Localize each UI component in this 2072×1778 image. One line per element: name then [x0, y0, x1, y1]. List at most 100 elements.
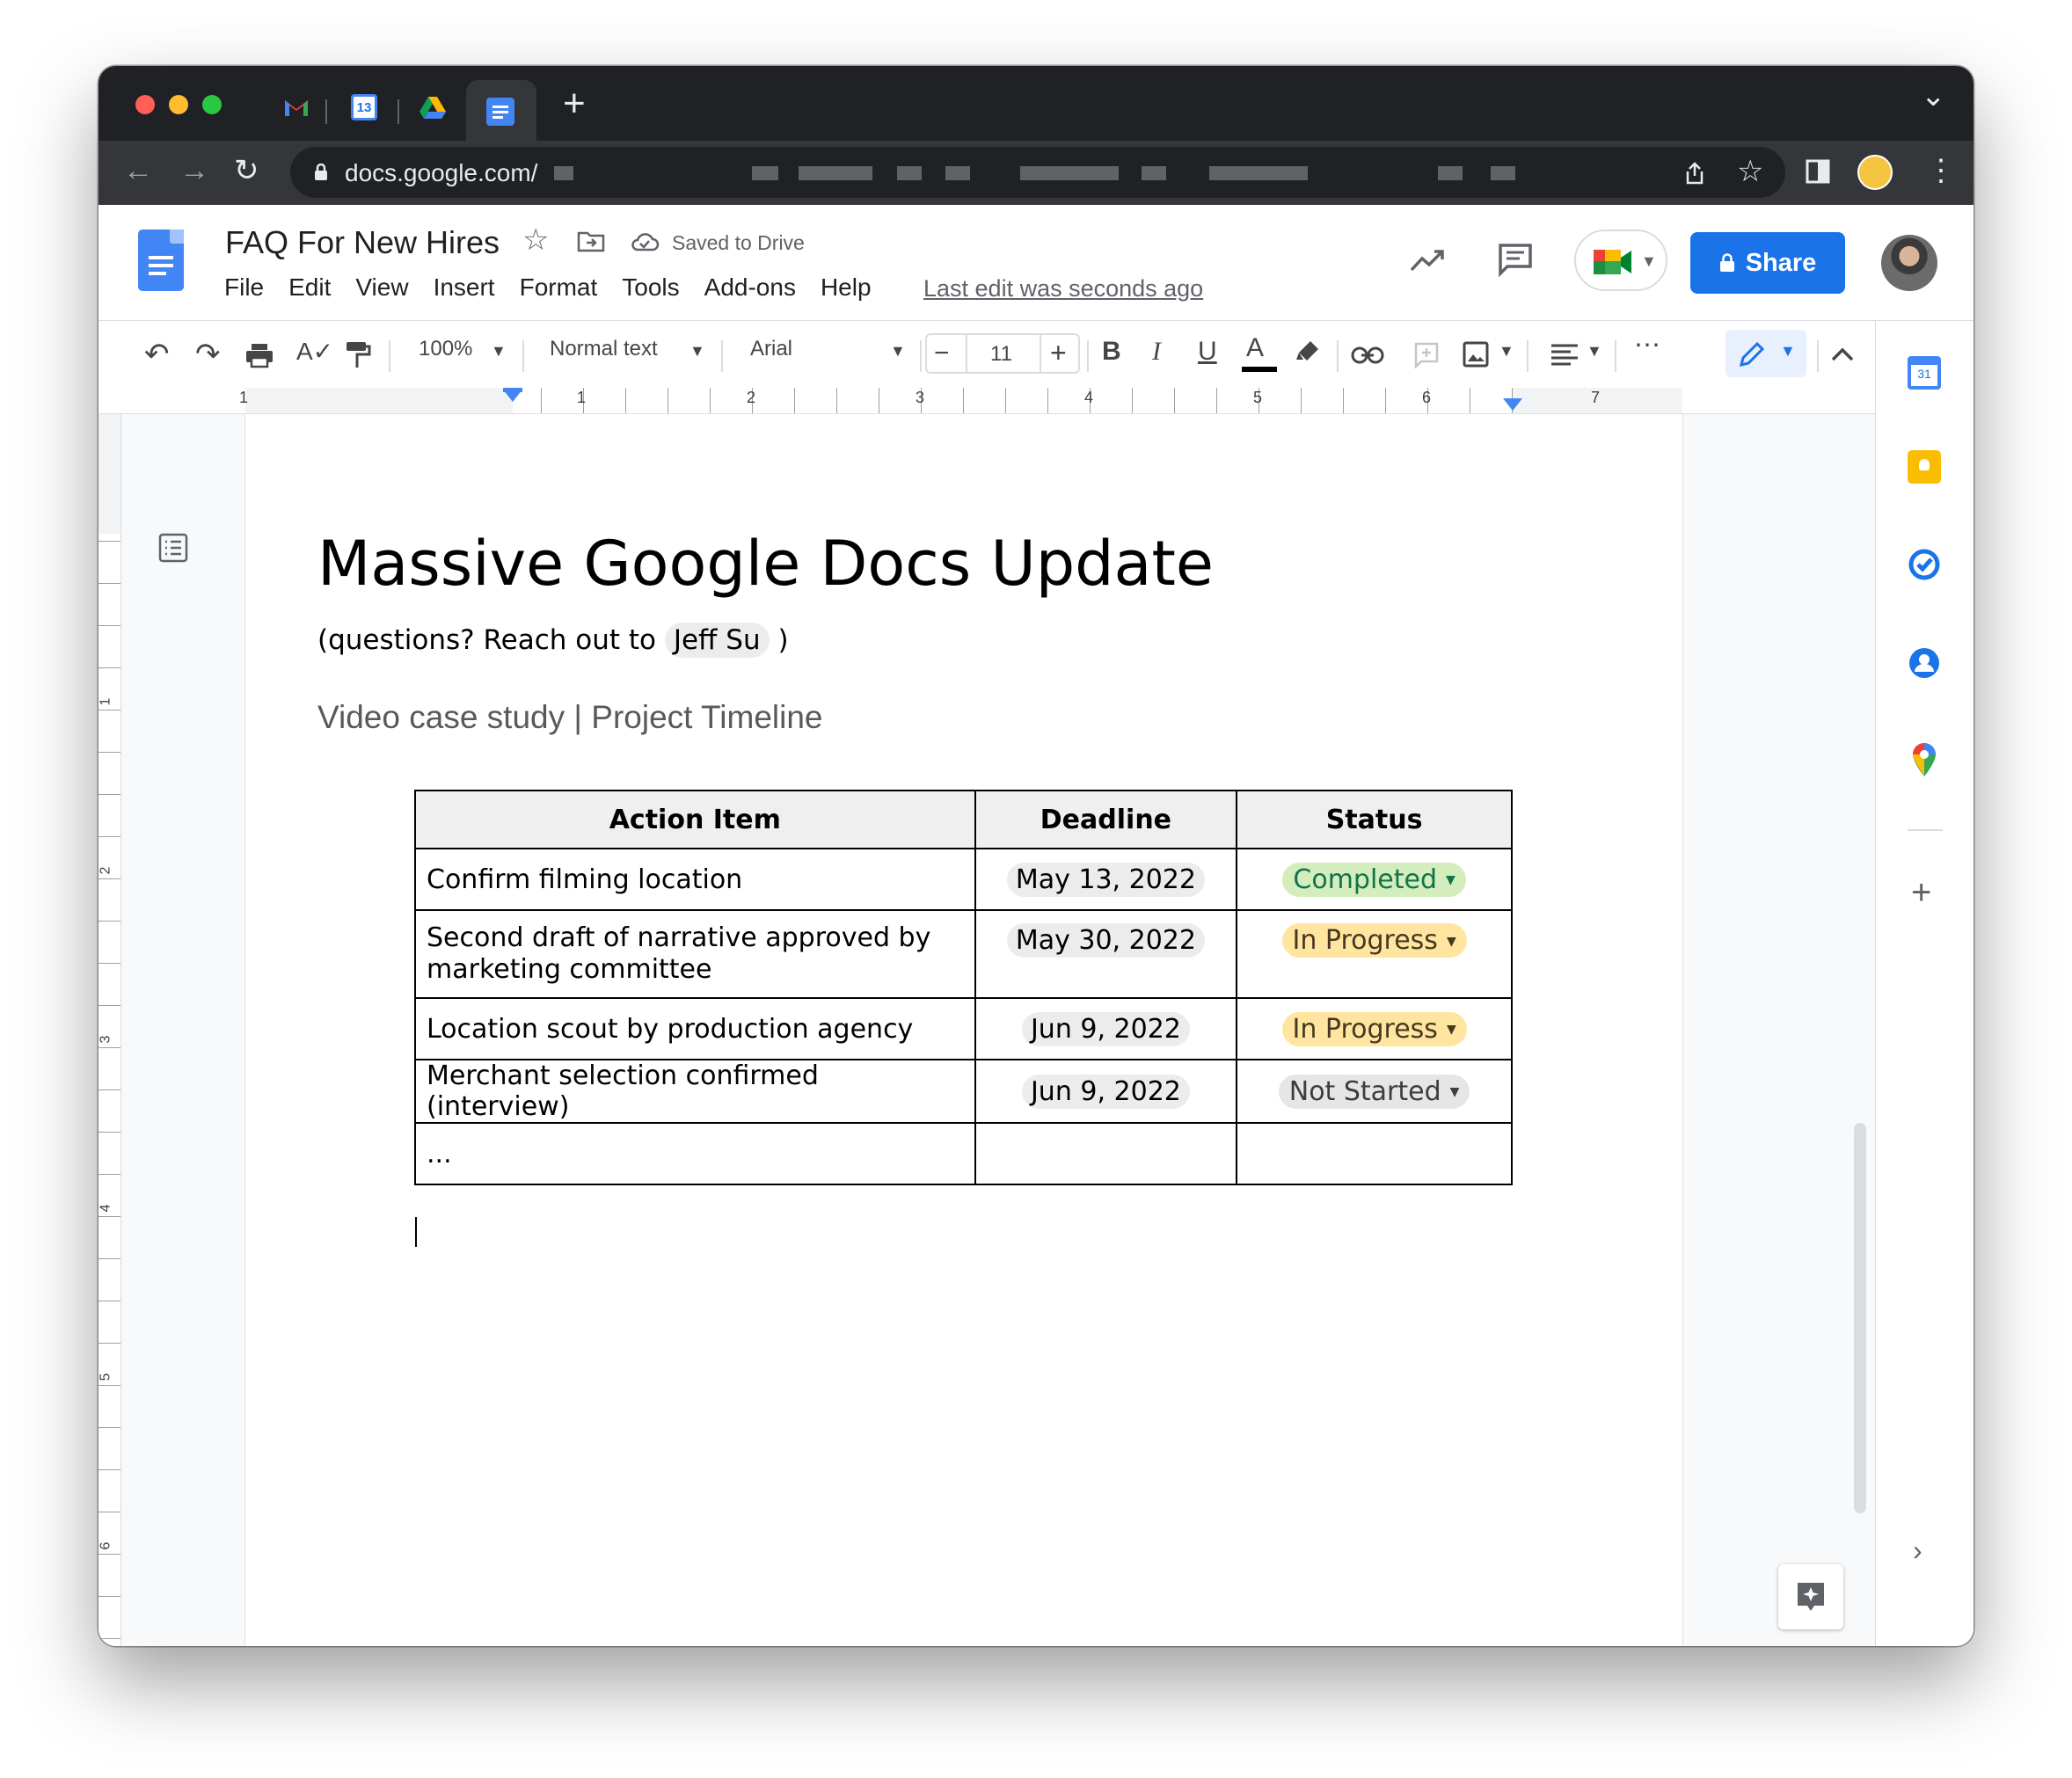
status-dropdown[interactable]: Completed ▼ — [1282, 862, 1466, 897]
share-page-icon[interactable] — [1684, 161, 1705, 186]
calendar-tab-date: 13 — [356, 99, 372, 115]
action-item-cell[interactable]: Confirm filming location — [414, 848, 976, 911]
share-button[interactable]: Share — [1690, 232, 1845, 294]
document-subtitle[interactable]: Video case study | Project Timeline — [317, 699, 823, 736]
deadline-cell[interactable] — [974, 1122, 1238, 1185]
new-tab-button[interactable]: + — [563, 82, 586, 126]
increase-font-size-button[interactable]: + — [1050, 337, 1067, 369]
first-line-indent-marker[interactable] — [503, 388, 522, 392]
tab-docs[interactable] — [466, 80, 536, 143]
menu-edit[interactable]: Edit — [288, 273, 331, 302]
menu-format[interactable]: Format — [520, 273, 598, 302]
undo-icon[interactable]: ↶ — [144, 337, 170, 372]
comment-history-icon[interactable] — [1497, 242, 1534, 277]
person-chip[interactable]: Jeff Su — [664, 623, 770, 658]
italic-button[interactable]: I — [1152, 337, 1161, 367]
date-chip[interactable]: Jun 9, 2022 — [1021, 1074, 1190, 1109]
calendar-addon-icon[interactable]: 31 — [1908, 356, 1941, 390]
profile-avatar[interactable] — [1857, 155, 1893, 190]
bold-button[interactable]: B — [1102, 337, 1121, 367]
chevron-right-icon[interactable]: › — [1913, 1534, 1922, 1567]
status-cell[interactable] — [1236, 1122, 1513, 1185]
meet-button[interactable]: ▼ — [1574, 230, 1667, 291]
explore-button[interactable] — [1778, 1564, 1843, 1629]
font-size-input[interactable]: 11 — [990, 342, 1012, 367]
chevron-down-icon: ▼ — [1499, 342, 1514, 360]
tab-calendar[interactable]: 13 — [349, 92, 379, 122]
spellcheck-icon[interactable]: A✓ — [296, 337, 333, 366]
more-options-button[interactable]: ⋯ — [1634, 330, 1660, 361]
align-left-icon[interactable] — [1550, 342, 1580, 367]
move-folder-icon[interactable] — [577, 230, 605, 252]
last-edit-link[interactable]: Last edit was seconds ago — [923, 275, 1203, 302]
tab-gmail[interactable] — [281, 92, 311, 122]
add-comment-icon[interactable] — [1412, 340, 1441, 368]
status-dropdown[interactable]: In Progress ▼ — [1281, 923, 1467, 958]
action-item-cell[interactable]: Location scout by production agency — [414, 997, 976, 1060]
column-header-action-item: Action Item — [414, 790, 976, 849]
paint-format-icon[interactable] — [345, 340, 371, 370]
reload-button[interactable]: ↻ — [234, 156, 259, 186]
maximize-window-button[interactable] — [202, 95, 222, 114]
table-row: ... — [414, 1122, 1513, 1185]
calendar-addon-date: 31 — [1917, 367, 1931, 381]
tasks-icon[interactable] — [1908, 548, 1941, 581]
insert-link-icon[interactable] — [1351, 346, 1384, 365]
minimize-window-button[interactable] — [169, 95, 188, 114]
chevron-up-icon[interactable] — [1829, 346, 1856, 363]
ruler-number: 5 — [1253, 389, 1263, 406]
outline-icon[interactable] — [157, 532, 189, 564]
side-panel-icon[interactable] — [1805, 158, 1831, 185]
tab-list-button[interactable]: ⌄ — [1921, 78, 1946, 113]
project-timeline-table[interactable]: Action Item Deadline Status Confirm film… — [414, 790, 1513, 1185]
menu-insert[interactable]: Insert — [434, 273, 495, 302]
tab-drive[interactable] — [418, 92, 448, 122]
print-icon[interactable] — [244, 342, 274, 368]
forward-button[interactable]: → — [179, 156, 209, 186]
vertical-scrollbar[interactable] — [1854, 1123, 1866, 1513]
menu-view[interactable]: View — [355, 273, 408, 302]
keep-icon[interactable] — [1908, 450, 1941, 484]
back-button[interactable]: ← — [123, 156, 153, 186]
paragraph-style-select[interactable]: Normal text — [550, 337, 658, 361]
date-chip[interactable]: Jun 9, 2022 — [1021, 1011, 1190, 1046]
date-chip[interactable]: May 30, 2022 — [1006, 923, 1205, 958]
status-dropdown[interactable]: Not Started ▼ — [1278, 1074, 1470, 1109]
star-icon[interactable]: ☆ — [522, 222, 549, 258]
ruler-number: 1 — [98, 697, 113, 706]
contacts-icon[interactable] — [1908, 646, 1941, 680]
text-color-button[interactable]: A — [1246, 333, 1264, 363]
underline-button[interactable]: U — [1198, 337, 1217, 367]
menu-help[interactable]: Help — [821, 273, 872, 302]
add-addon-button[interactable]: + — [1911, 875, 1931, 910]
document-title[interactable]: FAQ For New Hires — [225, 224, 500, 261]
decrease-font-size-button[interactable]: − — [934, 339, 950, 368]
action-item-cell[interactable]: ... — [414, 1122, 976, 1185]
menu-tools[interactable]: Tools — [622, 273, 679, 302]
redacted-url — [554, 166, 573, 180]
font-family-select[interactable]: Arial — [750, 337, 792, 361]
zoom-select[interactable]: 100% — [419, 337, 472, 361]
document-heading[interactable]: Massive Google Docs Update — [317, 528, 1214, 600]
omnibox[interactable]: docs.google.com/ ☆ — [290, 147, 1785, 198]
editing-mode-button[interactable]: ▼ — [1725, 330, 1806, 377]
bookmark-star-icon[interactable]: ☆ — [1737, 154, 1763, 189]
insert-image-icon[interactable] — [1462, 340, 1490, 368]
action-item-cell[interactable]: Second draft of narrative approved by ma… — [414, 909, 976, 999]
right-indent-marker[interactable] — [1503, 398, 1522, 411]
redo-icon[interactable]: ↷ — [195, 337, 221, 372]
highlight-color-icon[interactable] — [1295, 339, 1321, 367]
action-item-cell[interactable]: Merchant selection confirmed (interview) — [414, 1059, 976, 1124]
date-chip[interactable]: May 13, 2022 — [1006, 862, 1205, 897]
account-avatar[interactable] — [1881, 235, 1937, 291]
status-dropdown[interactable]: In Progress ▼ — [1281, 1011, 1467, 1046]
contact-line[interactable]: (questions? Reach out to Jeff Su ) — [317, 623, 789, 658]
google-drive-icon — [420, 97, 446, 119]
close-window-button[interactable] — [135, 95, 155, 114]
browser-menu-icon[interactable]: ⋮ — [1926, 153, 1956, 188]
menu-file[interactable]: File — [224, 273, 264, 302]
activity-trend-icon[interactable] — [1409, 247, 1448, 273]
menu-addons[interactable]: Add-ons — [704, 273, 796, 302]
maps-icon[interactable] — [1911, 741, 1937, 778]
docs-home-icon[interactable] — [138, 230, 184, 291]
